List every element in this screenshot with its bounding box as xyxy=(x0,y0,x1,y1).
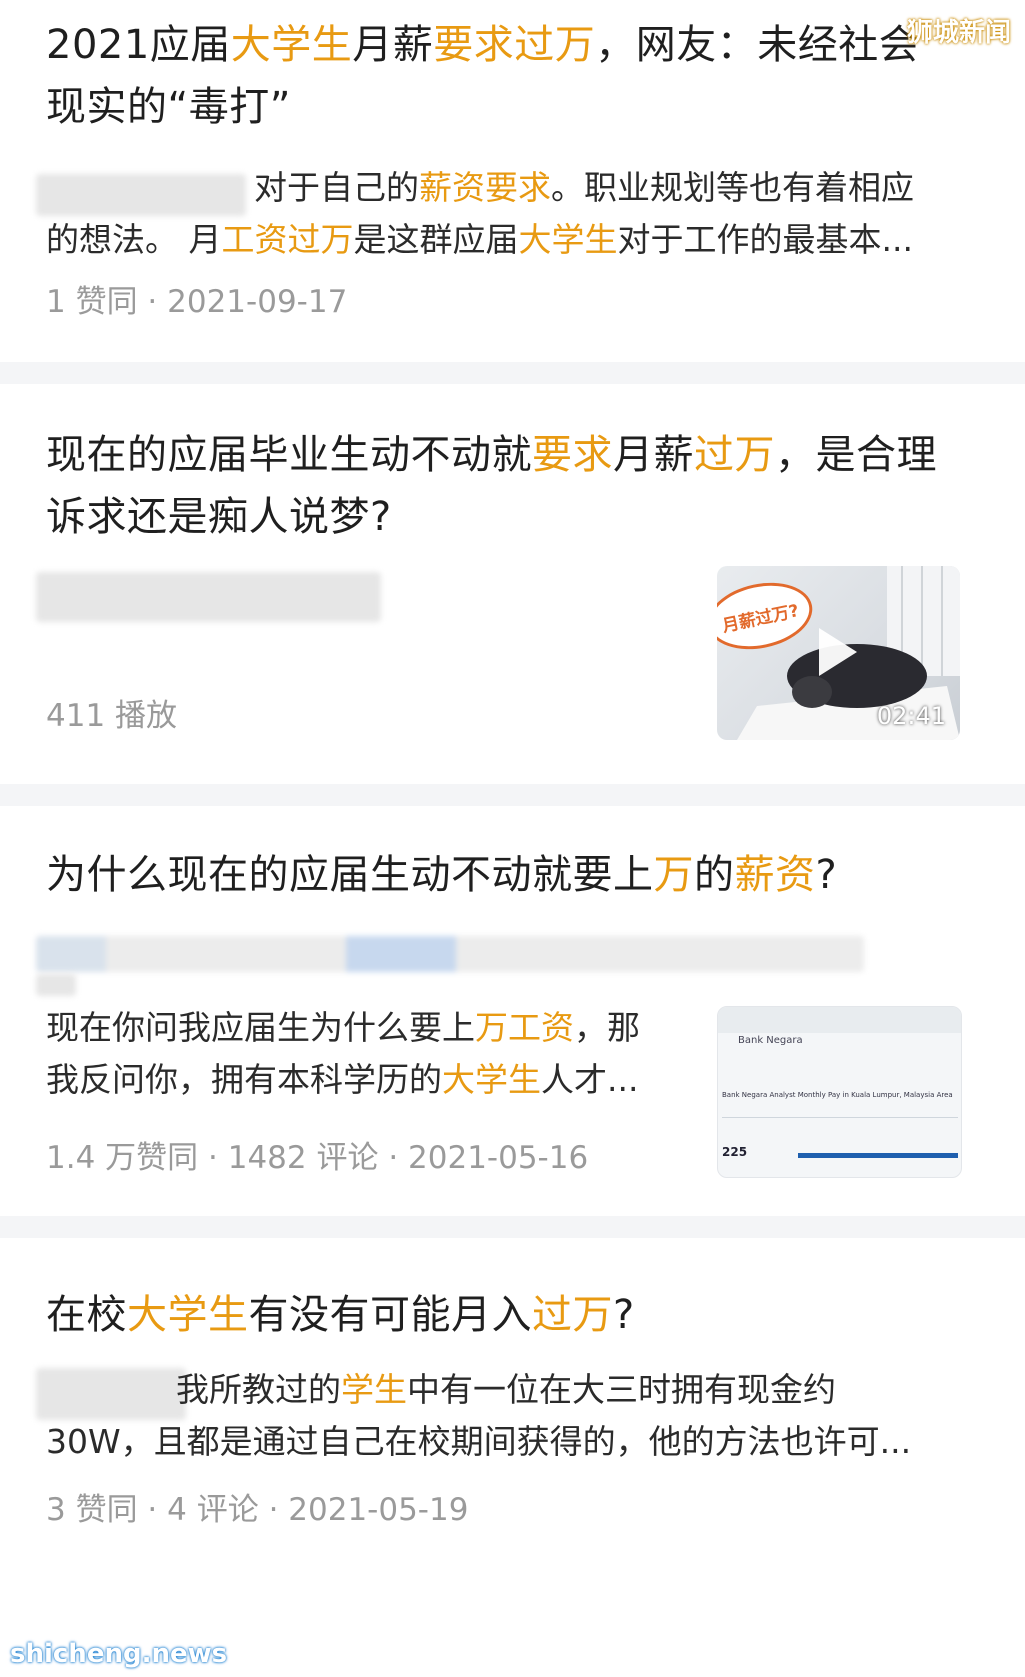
blurred-author xyxy=(36,572,381,622)
play-icon[interactable] xyxy=(819,628,857,676)
blurred-author xyxy=(36,936,864,972)
result-meta: 1.4 万赞同 · 1482 评论 · 2021-05-16 xyxy=(46,1140,589,1176)
thumb-heading: Bank Negara xyxy=(738,1035,803,1046)
result-meta: 3 赞同 · 4 评论 · 2021-05-19 xyxy=(46,1492,469,1528)
video-duration: 02:41 xyxy=(876,702,946,730)
result-snippet: 我所教过的学生中有一位在大三时拥有现金约 30W，且都是通过自己在校期间获得的，… xyxy=(46,1370,912,1461)
article-thumbnail[interactable]: Bank Negara Bank Negara Analyst Monthly … xyxy=(717,1006,962,1178)
thumb-bar xyxy=(798,1153,958,1158)
watermark-bottom: shicheng.news xyxy=(10,1639,228,1669)
thumb-rule xyxy=(722,1117,958,1118)
watermark-top: 狮城新闻 xyxy=(906,18,1011,48)
video-thumbnail[interactable]: 月薪过万? 02:41 xyxy=(717,566,960,740)
thumb-caption: Bank Negara Analyst Monthly Pay in Kuala… xyxy=(722,1091,953,1099)
result-title[interactable]: 现在的应届毕业生动不动就要求月薪过万，是合理 诉求还是痴人说梦? xyxy=(46,424,1016,548)
thumb-value: 225 xyxy=(722,1145,748,1159)
result-title[interactable]: 为什么现在的应届生动不动就要上万的薪资? xyxy=(46,844,1006,906)
result-card-3[interactable]: 为什么现在的应届生动不动就要上万的薪资? 现在你问我应届生为什么要上万工资，那 … xyxy=(0,806,1025,1214)
divider xyxy=(0,784,1025,806)
result-card-1[interactable]: 2021应届大学生月薪要求过万，网友：未经社会 现实的“毒打” 对于自己的薪资要… xyxy=(0,0,1025,360)
result-snippet: 现在你问我应届生为什么要上万工资，那 我反问你，拥有本科学历的大学生人才... xyxy=(46,1008,640,1099)
divider xyxy=(0,362,1025,384)
result-meta: 1 赞同 · 2021-09-17 xyxy=(46,284,348,320)
result-meta: 411 播放 xyxy=(46,698,178,734)
divider xyxy=(0,1216,1025,1238)
blurred-author-2 xyxy=(36,974,76,996)
result-snippet: 对于自己的薪资要求。职业规划等也有着相应 的想法。 月工资过万是这群应届大学生对… xyxy=(46,168,914,259)
result-card-4[interactable]: 在校大学生有没有可能月入过万? 我所教过的学生中有一位在大三时拥有现金约 30W… xyxy=(0,1238,1025,1677)
result-title[interactable]: 在校大学生有没有可能月入过万? xyxy=(46,1284,1006,1346)
thumb-header-bar xyxy=(718,1007,961,1033)
result-card-2[interactable]: 现在的应届毕业生动不动就要求月薪过万，是合理 诉求还是痴人说梦? 411 播放 … xyxy=(0,384,1025,780)
result-title[interactable]: 2021应届大学生月薪要求过万，网友：未经社会 现实的“毒打” xyxy=(46,14,1006,138)
